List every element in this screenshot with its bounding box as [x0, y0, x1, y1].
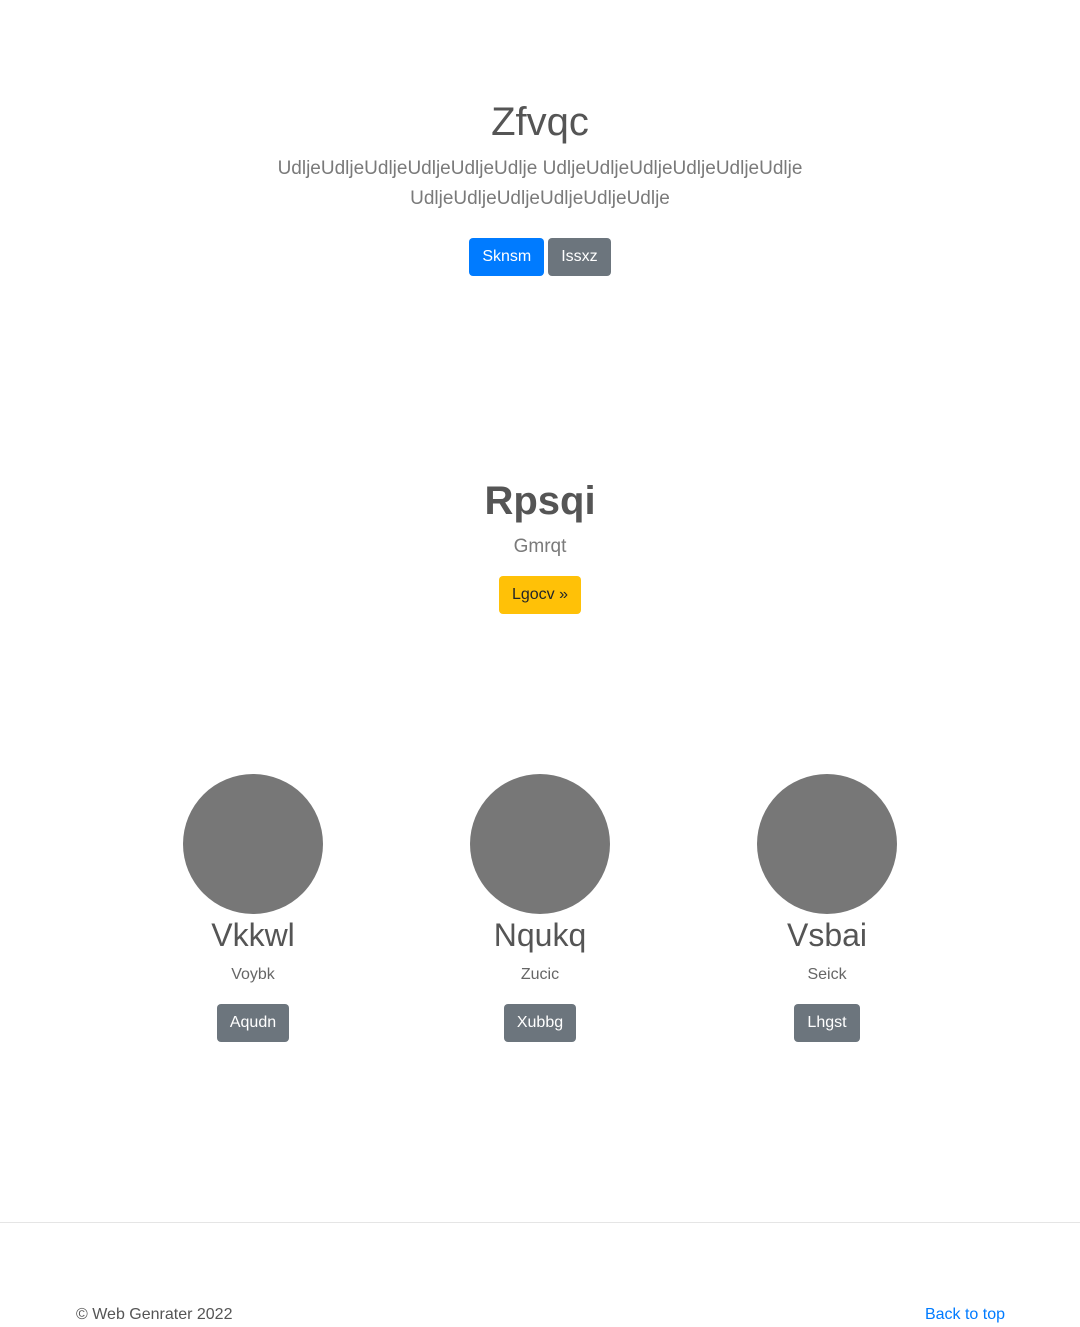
- footer: © Web Genrater 2022 Back to top: [0, 1304, 1080, 1326]
- card-avatar: [757, 774, 897, 914]
- card-2-button[interactable]: Xubbg: [503, 1004, 577, 1042]
- card-2: Nqukq Zucic Xubbg: [390, 774, 690, 1042]
- card-title: Nqukq: [493, 917, 587, 953]
- card-3: Vsbai Seick Lhgst: [677, 774, 977, 1042]
- card-1-button[interactable]: Aqudn: [216, 1004, 290, 1042]
- card-3-button[interactable]: Lhgst: [794, 1004, 860, 1042]
- feature-button[interactable]: Lgocv »: [498, 576, 582, 614]
- hero-button-group: Sknsm Issxz: [0, 238, 1080, 276]
- card-title: Vsbai: [786, 917, 868, 953]
- feature-subtitle: Gmrqt: [513, 536, 567, 557]
- hero-lead: UdljeUdljeUdljeUdljeUdljeUdlje UdljeUdlj…: [277, 158, 803, 209]
- hero-primary-button[interactable]: Sknsm: [469, 238, 545, 276]
- hero-section: Zfvqc UdljeUdljeUdljeUdljeUdljeUdlje Udl…: [0, 96, 1080, 276]
- card-avatar: [470, 774, 610, 914]
- hero-secondary-button[interactable]: Issxz: [548, 238, 611, 276]
- card-subtitle: Zucic: [520, 966, 560, 983]
- card-subtitle: Seick: [807, 966, 847, 983]
- feature-title: Rpsqi: [484, 479, 596, 523]
- footer-divider: [0, 1222, 1080, 1223]
- back-to-top-link[interactable]: Back to top: [925, 1304, 1005, 1326]
- feature-section: Rpsqi Gmrqt Lgocv »: [0, 476, 1080, 614]
- hero-title: Zfvqc: [491, 100, 589, 144]
- copyright-text: © Web Genrater 2022: [76, 1306, 233, 1323]
- card-subtitle: Voybk: [231, 966, 275, 983]
- card-1: Vkkwl Voybk Aqudn: [103, 774, 403, 1042]
- card-avatar: [183, 774, 323, 914]
- card-title: Vkkwl: [211, 917, 295, 953]
